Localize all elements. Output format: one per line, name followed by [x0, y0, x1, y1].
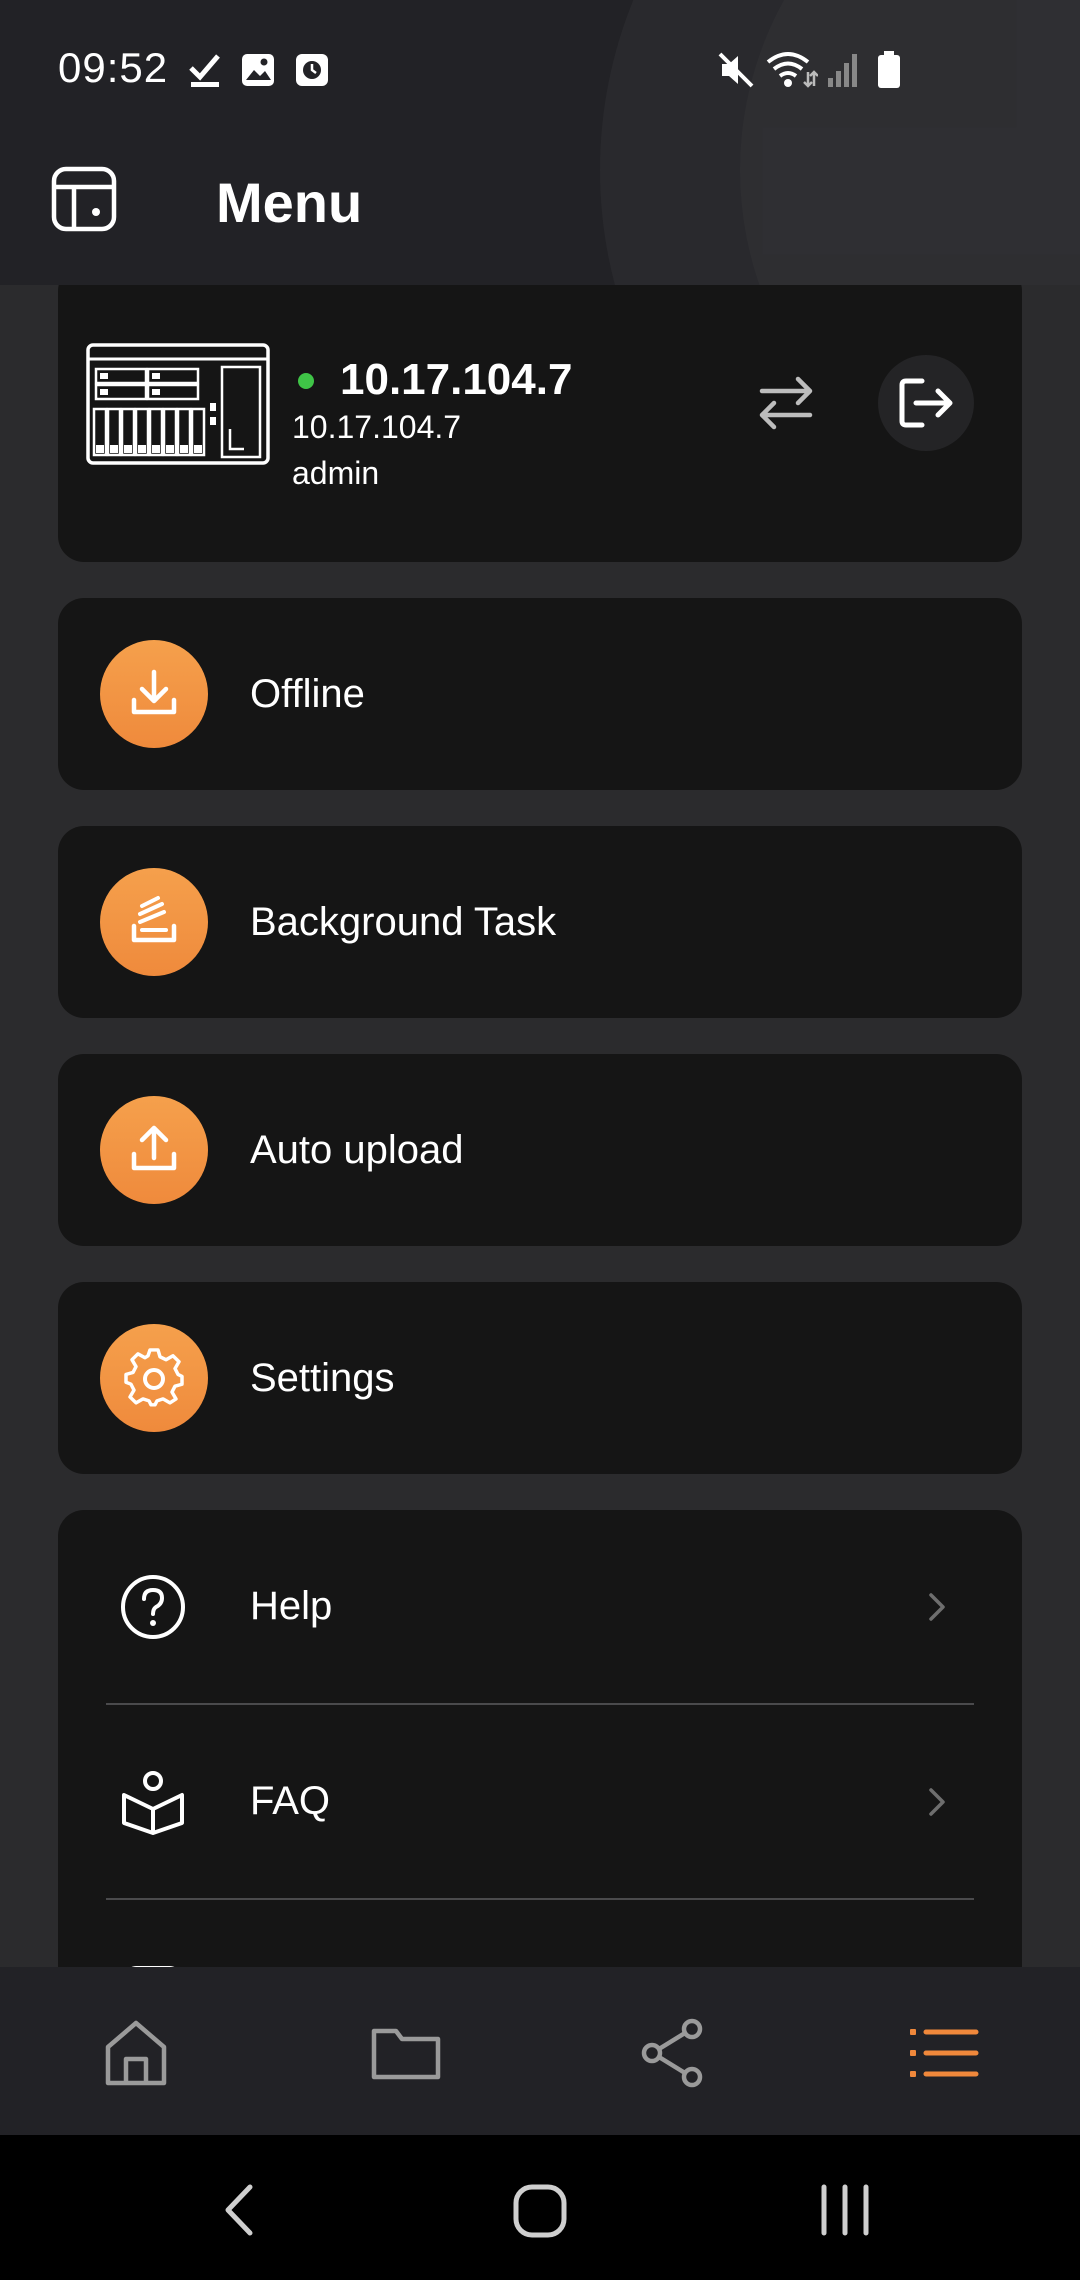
- chevron-right-icon: [929, 1788, 945, 1816]
- mute-icon: [718, 52, 754, 88]
- menu-item-label: Auto upload: [250, 1128, 464, 1172]
- menu-item-label: Settings: [250, 1356, 395, 1400]
- app-header: 09:52 Menu: [0, 0, 1080, 285]
- settings-icon-circle: [100, 1324, 208, 1432]
- menu-list-icon[interactable]: [906, 2015, 982, 2091]
- list-divider: [106, 1898, 974, 1900]
- image-icon: [242, 54, 274, 86]
- list-item-label: FAQ: [250, 1779, 331, 1823]
- menu-item-label: Background Task: [250, 900, 557, 944]
- home-button-icon[interactable]: [512, 2183, 568, 2239]
- auto-upload-icon-circle: [100, 1096, 208, 1204]
- help-icon: [121, 1575, 185, 1639]
- system-navigation-bar: [0, 2135, 1080, 2280]
- device-name: 10.17.104.7: [340, 355, 573, 404]
- battery-icon: [878, 51, 900, 88]
- clock-icon: [296, 54, 328, 86]
- background-task-icon-circle: [100, 868, 208, 976]
- check-icon: [189, 54, 220, 87]
- recents-icon[interactable]: [818, 2183, 872, 2237]
- share-icon[interactable]: [636, 2015, 712, 2091]
- chevron-right-icon: [929, 1593, 945, 1621]
- list-item-label: Help: [250, 1584, 333, 1628]
- bottom-nav: [0, 1967, 1080, 2135]
- home-icon[interactable]: [98, 2015, 174, 2091]
- folder-icon[interactable]: [368, 2015, 444, 2091]
- menu-content[interactable]: 10.17.104.7 10.17.104.7 admin Offline Ba…: [0, 285, 1080, 1967]
- back-icon[interactable]: [216, 2183, 266, 2237]
- status-time: 09:52: [58, 44, 169, 91]
- sidebar-icon[interactable]: [50, 165, 118, 233]
- page-title: Menu: [216, 171, 363, 234]
- switch-arrows-icon[interactable]: [748, 365, 824, 441]
- logout-icon: [899, 378, 953, 428]
- status-bar: 09:52: [0, 0, 1080, 140]
- offline-icon-circle: [100, 640, 208, 748]
- device-host: 10.17.104.7: [292, 409, 462, 445]
- wifi-icon: [766, 52, 818, 88]
- upload-icon: [131, 1125, 177, 1171]
- menu-item-offline[interactable]: Offline: [58, 598, 1022, 790]
- tasks-icon: [131, 896, 177, 943]
- nas-device-icon: [86, 343, 270, 465]
- logout-button[interactable]: [878, 355, 974, 451]
- support-list: Help FAQ: [58, 1510, 1022, 1967]
- device-user: admin: [292, 455, 380, 491]
- menu-item-background-task[interactable]: Background Task: [58, 826, 1022, 1018]
- list-item-help[interactable]: Help: [58, 1510, 1022, 1704]
- signal-icon: [828, 54, 857, 87]
- menu-item-label: Offline: [250, 672, 365, 716]
- menu-item-auto-upload[interactable]: Auto upload: [58, 1054, 1022, 1246]
- device-card[interactable]: 10.17.104.7 10.17.104.7 admin: [58, 285, 1022, 562]
- list-item-faq[interactable]: FAQ: [58, 1705, 1022, 1899]
- online-status-dot: [298, 373, 314, 389]
- gear-icon: [124, 1348, 184, 1407]
- download-icon: [131, 669, 177, 715]
- faq-icon: [122, 1771, 184, 1835]
- menu-item-settings[interactable]: Settings: [58, 1282, 1022, 1474]
